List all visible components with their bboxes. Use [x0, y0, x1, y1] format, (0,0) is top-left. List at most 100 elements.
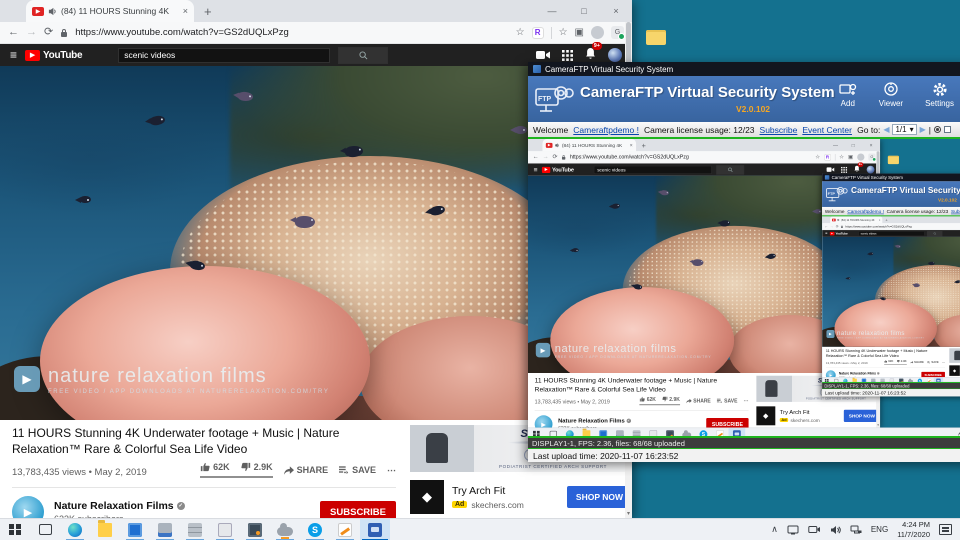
photos-icon — [128, 523, 142, 537]
video-meta-row: 13,783,435 views • May 2, 2019 62K 2.9K — [12, 462, 396, 478]
ad-thumbnail[interactable]: ◆ — [410, 480, 444, 514]
windows-logo-icon — [533, 431, 539, 437]
taskbar-item-file-explorer — [578, 428, 595, 438]
video-meta-row: 13,783,435 views • May 2, 2019 62K 2.9K — [826, 360, 945, 365]
account-link[interactable]: Cameraftpdemo ! — [573, 125, 639, 135]
extension-badge-icon[interactable]: G — [611, 26, 624, 39]
create-video-icon[interactable] — [536, 50, 550, 60]
new-tab-button[interactable]: + — [204, 4, 212, 19]
prev-page-button[interactable]: ◀ — [883, 125, 889, 134]
close-button[interactable]: × — [600, 0, 632, 22]
task-view-button[interactable] — [30, 519, 60, 540]
taskbar-item-pc-app — [869, 377, 878, 383]
address-bar[interactable]: https://www.youtube.com/watch?v=GS2dUQLx… — [75, 27, 508, 38]
taskbar-item-file-explorer[interactable] — [90, 519, 120, 540]
language-indicator[interactable]: ENG — [871, 525, 888, 534]
extension-r-icon[interactable]: R — [532, 27, 544, 39]
taskbar-item-image-viewer[interactable] — [210, 519, 240, 540]
refresh-button[interactable]: ⟳ — [44, 27, 53, 38]
desktop-folder-icon[interactable] — [646, 30, 666, 45]
save-icon — [717, 398, 723, 403]
youtube-play-icon: ▶ — [830, 232, 835, 235]
taskbar-item-cloud-drive[interactable] — [270, 519, 300, 540]
taskbar-item-server-app[interactable] — [180, 519, 210, 540]
viewer-button[interactable]: Viewer — [879, 82, 903, 108]
taskbar-item-uploader — [662, 428, 679, 438]
taskbar-item-pc-app[interactable] — [150, 519, 180, 540]
fish — [815, 209, 822, 213]
view-mode-radio[interactable] — [934, 126, 941, 133]
task-view-button — [831, 377, 840, 383]
dislike-button[interactable]: 2.9K — [241, 462, 273, 472]
maximize-button: □ — [844, 139, 862, 151]
verified-badge-icon: ✓ — [877, 372, 879, 374]
cameraftp-logo-icon: FTP — [534, 81, 574, 117]
cameraftp-toolbar: Welcome Cameraftpdemo ! Camera license u… — [528, 122, 960, 139]
youtube-logo[interactable]: ▶ YouTube — [25, 50, 82, 61]
browser-toolbar: ← → ⟳ https://www.youtube.com/watch?v=GS… — [0, 22, 632, 44]
browser-tab[interactable]: ▶ (84) 11 HOURS Stunning 4K × — [26, 0, 194, 22]
taskbar: S ∧ ENG 4:24 PM 11/7/2020 — [528, 428, 960, 438]
video-player: ▶ nature relaxation films FREE VIDEO / A… — [822, 237, 960, 347]
taskbar-item-report-tool[interactable] — [330, 519, 360, 540]
taskbar-clock[interactable]: 4:24 PM 11/7/2020 — [897, 520, 930, 539]
forward-button[interactable]: → — [26, 27, 37, 38]
taskbar-item-uploader[interactable] — [240, 519, 270, 540]
tray-monitor-icon[interactable] — [787, 525, 799, 535]
security-camera-live-view[interactable]: ▶ (84) 11 HOURS Stunning 4K × + — □ × ← … — [528, 139, 960, 438]
profile-avatar[interactable] — [591, 26, 604, 39]
favorite-star-icon[interactable]: ☆ — [516, 27, 525, 38]
save-button[interactable]: SAVE — [339, 465, 376, 475]
hamburger-menu-icon[interactable]: ≡ — [10, 48, 17, 62]
shop-now-button[interactable]: SHOP NOW — [567, 486, 632, 508]
apps-grid-icon[interactable] — [562, 50, 573, 61]
subscribe-link[interactable]: Subscribe — [760, 125, 798, 135]
back-button[interactable]: ← — [8, 27, 19, 38]
ad-headline[interactable]: Try Arch Fit — [452, 485, 524, 497]
tray-camera-icon[interactable] — [808, 525, 821, 534]
new-tab-button: + — [642, 141, 646, 149]
youtube-favicon: ▶ — [32, 7, 44, 16]
taskbar-item-photos[interactable] — [120, 519, 150, 540]
account-avatar[interactable] — [608, 48, 622, 62]
like-button[interactable]: 62K — [200, 462, 230, 472]
cameraftp-titlebar[interactable]: CameraFTP Virtual Security System — [528, 62, 960, 76]
favorites-bar-icon[interactable]: ☆ — [559, 27, 568, 38]
tab-audio-icon[interactable] — [48, 7, 57, 16]
tray-expand-chevron[interactable]: ∧ — [771, 524, 778, 535]
security-camera-live-view: ▶ (84) 11 HOURS Stunning 4K × + — □ × ← … — [822, 216, 960, 383]
search-input[interactable] — [118, 48, 330, 63]
taskbar-item-edge[interactable] — [60, 519, 90, 540]
share-button[interactable]: SHARE — [284, 465, 329, 475]
taskbar-item-skype[interactable]: S — [300, 519, 330, 540]
taskbar: S ∧ ENG 4:24 PM 11/7/2020 — [0, 518, 960, 540]
taskbar-item-cameraftp-vss[interactable] — [360, 519, 390, 540]
scrollbar-down-arrow[interactable]: ▾ — [625, 510, 632, 517]
add-camera-button[interactable]: Add — [839, 82, 857, 108]
svg-text:FTP: FTP — [538, 96, 552, 103]
more-actions-button[interactable]: ⋯ — [387, 465, 396, 476]
report-tool-icon — [927, 379, 931, 383]
event-center-link[interactable]: Event Center — [802, 125, 852, 135]
channel-name-row[interactable]: Nature Relaxation Films ✓ — [54, 500, 185, 512]
minimize-button[interactable]: — — [536, 0, 568, 22]
action-center-icon[interactable] — [939, 524, 952, 535]
cameraftp-window-title: CameraFTP Virtual Security System — [832, 175, 903, 180]
settings-button[interactable]: Settings — [925, 82, 954, 108]
collections-icon[interactable]: ▣ — [575, 27, 584, 38]
speaker-icon[interactable] — [830, 525, 841, 535]
maximize-button[interactable]: □ — [568, 0, 600, 22]
start-button[interactable] — [0, 519, 30, 540]
fish — [914, 283, 920, 287]
view-option-checkbox[interactable] — [944, 126, 951, 133]
youtube-logo: ▶ YouTube — [830, 232, 848, 235]
page-select[interactable]: 1/1▾ — [892, 124, 916, 135]
network-icon[interactable] — [850, 525, 862, 535]
file-explorer-icon — [583, 430, 591, 438]
back-button: ← — [825, 225, 828, 228]
next-page-button[interactable]: ▶ — [920, 125, 926, 134]
account-link: Cameraftpdemo ! — [847, 208, 884, 214]
search-button[interactable] — [338, 47, 388, 64]
verified-badge-icon: ✓ — [626, 419, 630, 423]
tab-close-button[interactable]: × — [183, 6, 188, 16]
